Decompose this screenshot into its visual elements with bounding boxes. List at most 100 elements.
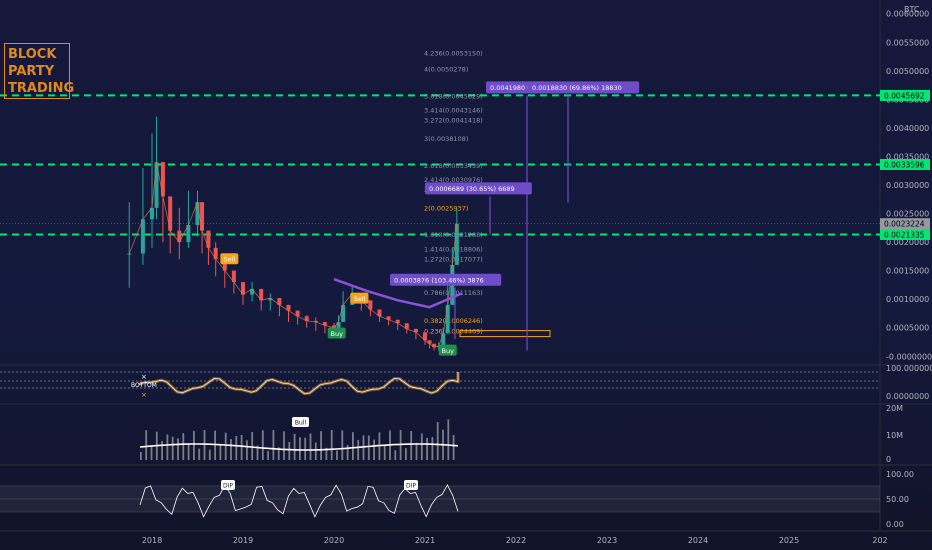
x-tick-label: 2020 (324, 536, 344, 545)
rsi-label-1: DIP (406, 483, 416, 490)
volume-bar (283, 431, 285, 460)
volume-bar (383, 444, 386, 460)
x-tick-label: 2018 (142, 536, 162, 545)
y-tick-label: 0.0005000 (886, 324, 929, 333)
x-tick-label: 2023 (597, 536, 617, 545)
volume-bar (314, 442, 317, 460)
fib-level-label: 3.414(0.0043146) (424, 106, 483, 114)
candle-body (200, 202, 205, 231)
logo-line-2: PARTY (8, 64, 55, 79)
measure-label-1: 0.0018830 (69.86%) 18830 (532, 84, 622, 92)
rsi-y-tick: 50.00 (886, 495, 909, 504)
volume-bar (251, 431, 254, 460)
volume-bar (346, 444, 349, 460)
rsi-y-tick: 100.00 (886, 470, 914, 479)
fib-level-label: 3.618(0.0045629) (424, 92, 483, 100)
measure-label-3: 0.0003876 (103.46%) 3876 (394, 276, 484, 284)
price-chart[interactable]: 4.236(0.0053150) 4(0.0050278) 3.618(0.0045… (0, 0, 932, 550)
volume-bar (261, 430, 264, 460)
volume-bar (320, 431, 322, 460)
volume-bar (171, 436, 174, 460)
chart-window: 4.236(0.0053150) 4(0.0050278) 3.618(0.0045… (0, 0, 932, 550)
volume-bar (410, 431, 413, 460)
fib-level-label: 0.382(0.0006246) (424, 317, 483, 325)
volume-bar (420, 433, 423, 460)
volume-bar (405, 448, 407, 460)
osc-y-tick: 100.0000000 (886, 364, 932, 373)
fib-level-label: 3.272(0.0041418) (424, 116, 483, 124)
y-tick-label: 0.0040000 (886, 124, 929, 133)
fib-level-label: 2.618(0.0033459) (424, 162, 483, 170)
volume-bar (336, 450, 338, 460)
measure-label-2: 0.0006689 (30.65%) 6689 (429, 185, 515, 193)
fib-level-label: 0.236(0.0004469) (424, 327, 483, 335)
price-tag-label-3: 0.0021335 (884, 230, 925, 239)
volume-bar (373, 439, 375, 460)
x-tick-label: 2022 (506, 536, 526, 545)
y-axis[interactable]: 0.00600000.00550000.00500000.00450000.00… (886, 5, 932, 529)
osc-cross-mark-2: × (141, 391, 147, 399)
measure-label-0: 0.0041980 (1 (490, 84, 534, 92)
volume-bar (299, 437, 301, 460)
volume-bar (230, 439, 232, 460)
volume-bar (357, 439, 360, 460)
fib-level-label: 4(0.0050278) (424, 66, 468, 74)
volume-bar (304, 437, 307, 460)
fib-level-label: 3(0.0038108) (424, 135, 468, 143)
volume-bar (436, 422, 439, 460)
signal-label-sell: Sell (354, 295, 366, 303)
signal-label-sell: Sell (223, 256, 235, 264)
volume-bar (288, 441, 291, 460)
indicator-panes: BOTTOM××BullDIP DIP (0, 371, 880, 518)
volume-bar (208, 449, 211, 460)
volume-bar (235, 435, 238, 460)
price-tag-label-1: 0.0033596 (884, 160, 925, 169)
volume-bar (341, 430, 344, 460)
volume-bar (362, 435, 365, 460)
candle-body (445, 304, 450, 334)
vol-y-tick: 20M (886, 404, 903, 413)
brand-logo: BLOCK PARTY TRADING (4, 43, 75, 99)
y-tick-label: 0.0030000 (886, 181, 929, 190)
volume-bar (426, 437, 428, 460)
signal-label-buy: Buy (331, 330, 344, 338)
candle-body (160, 162, 165, 197)
x-tick-label: 2021 (415, 536, 435, 545)
volume-bar (267, 451, 269, 460)
y-tick-label: 0.0050000 (886, 67, 929, 76)
volume-bar (447, 419, 450, 460)
x-axis[interactable]: 2018 2019 2020 2021 2022 2023 2024 2025 202 (142, 536, 888, 545)
y-tick-label: 0.0025000 (886, 210, 929, 219)
volume-label: Bull (295, 420, 307, 427)
x-tick-label: 202 (872, 536, 887, 545)
candle-body (341, 304, 346, 323)
volume-bar (161, 441, 163, 460)
price-tag-label-0: 0.0045692 (884, 91, 925, 100)
candle-body (127, 253, 132, 255)
signal-label-buy: Buy (442, 347, 455, 355)
vol-y-tick: 0 (886, 455, 891, 464)
currency-label: BTC (904, 5, 920, 14)
volume-bar (415, 442, 418, 460)
y-tick-label: 0.0010000 (886, 295, 929, 304)
volume-bar (452, 434, 455, 460)
volume-bar (224, 432, 227, 460)
y-tick-label: -0.0000000 (886, 352, 932, 361)
volume-bar (246, 440, 248, 460)
volume-bar (145, 430, 148, 460)
volume-bar (293, 433, 296, 460)
volume-bar (214, 430, 216, 460)
volume-bar (166, 434, 169, 460)
volume-bar (150, 446, 153, 460)
rsi-y-tick: 0.00 (886, 520, 904, 529)
x-tick-label: 2019 (233, 536, 253, 545)
x-tick-label: 2024 (688, 536, 708, 545)
osc-y-tick: 0.0000000 (886, 392, 929, 401)
logo-line-3: TRADING (8, 81, 75, 96)
vol-y-tick: 10M (886, 431, 903, 440)
x-tick-label: 2025 (779, 536, 799, 545)
fib-level-label: 2(0.0025937) (424, 205, 468, 213)
volume-bar (182, 433, 185, 460)
logo-line-1: BLOCK (8, 47, 57, 62)
volume-bar (272, 430, 275, 460)
